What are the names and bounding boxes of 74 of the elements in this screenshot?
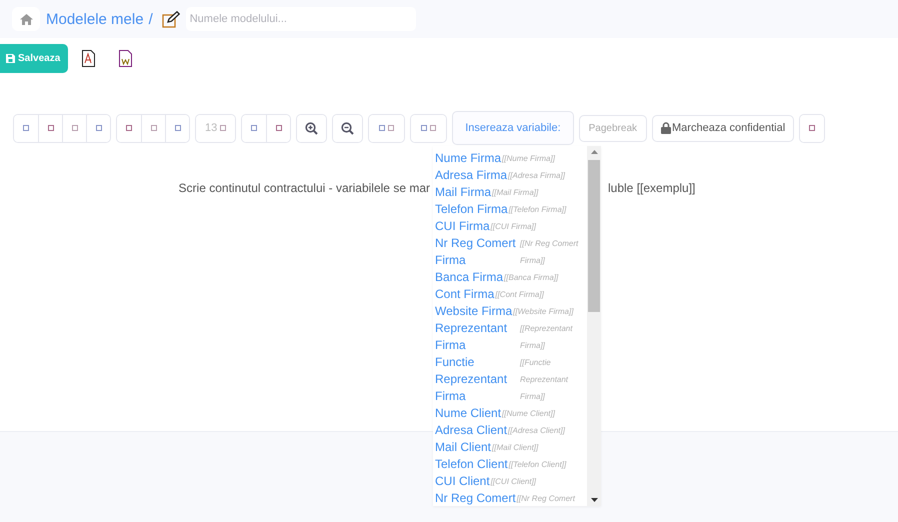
variable-code: [[Telefon Client]] <box>508 460 568 471</box>
zoom-out-icon <box>341 122 354 134</box>
variable-code: [[Nr Reg Comert <box>516 494 576 505</box>
variable-option[interactable]: Nume Client <box>435 405 502 422</box>
font-size-button[interactable]: 13 <box>196 114 236 142</box>
square-icon <box>23 125 29 131</box>
square-icon <box>48 125 54 131</box>
square-icon <box>379 125 386 131</box>
variable-code: [[Cont Firma]] <box>494 289 545 301</box>
variable-code: [[Mail Client]] <box>492 443 540 454</box>
variable-option[interactable]: Functie Reprezentant Firma <box>435 354 519 405</box>
square-icon <box>251 125 258 131</box>
square-icon <box>220 125 226 131</box>
variable-option[interactable]: Banca Firma <box>435 269 504 286</box>
variable-code: [[Nume Firma]] <box>502 154 556 165</box>
variable-code: [[Adresa Firma]] <box>508 171 566 182</box>
word-file-icon[interactable] <box>119 50 132 67</box>
lock-icon <box>661 122 672 134</box>
square-icon <box>72 125 78 131</box>
scroll-down-icon <box>590 498 598 502</box>
square-icon <box>421 125 428 131</box>
breadcrumb-link[interactable]: Modelele mele <box>46 10 144 28</box>
square-icon <box>174 125 180 131</box>
floppy-icon <box>6 54 15 63</box>
insert-variable-button[interactable]: Insereaza variabile: <box>452 111 574 145</box>
format-button[interactable] <box>266 114 290 142</box>
home-button[interactable] <box>12 7 40 31</box>
variable-option[interactable]: Website Firma <box>435 303 512 320</box>
square-icon <box>430 125 436 131</box>
square-icon <box>276 125 282 131</box>
scroll-up-icon <box>590 150 598 154</box>
save-button[interactable]: Salveaza <box>0 44 68 73</box>
square-icon <box>150 125 156 131</box>
variable-option[interactable]: Telefon Firma <box>435 201 508 218</box>
zoom-in-icon <box>305 122 318 134</box>
scrollbar[interactable] <box>587 146 601 506</box>
variable-option[interactable]: Cont Firma <box>435 286 494 303</box>
variable-option[interactable]: Telefon Client <box>435 456 508 473</box>
editor-input[interactable]: luble [[exemplu]] <box>608 181 696 195</box>
square-icon <box>96 125 102 131</box>
variable-code: [[CUI Client]] <box>490 477 538 488</box>
format-button[interactable] <box>86 114 110 142</box>
variable-option[interactable]: Mail Firma <box>435 184 491 201</box>
variable-code: [[CUI Firma]] <box>490 222 538 233</box>
variable-code: [[Mail Firma]] <box>492 188 540 199</box>
variable-code: [[Nr Reg Comert Firma]] <box>519 238 580 267</box>
variable-option[interactable]: Mail Client <box>435 439 492 456</box>
square-icon <box>126 125 132 131</box>
pagebreak-button[interactable]: Pagebreak <box>578 114 648 142</box>
square-icon <box>809 125 816 131</box>
variable-option[interactable]: CUI Firma <box>435 218 490 235</box>
variable-code: [[Banca Firma]] <box>504 273 560 284</box>
variable-option[interactable]: Nr Reg Comert Firma <box>435 235 519 269</box>
variable-code: [[Website Firma]] <box>512 307 574 318</box>
variable-option[interactable]: CUI Client <box>435 473 490 490</box>
variable-code: [[Nume Client]] <box>502 409 556 420</box>
variable-option[interactable]: Nume Firma <box>435 150 502 167</box>
editor-input[interactable]: Scrie continutul contractului - variabilele se mar <box>178 181 430 195</box>
variable-option[interactable]: Nr Reg Comert <box>435 490 516 506</box>
edit-icon <box>162 10 180 28</box>
square-icon <box>388 125 394 131</box>
pdf-file-icon[interactable] <box>82 50 96 67</box>
confidential-button[interactable]: Marcheaza confidential <box>652 114 794 142</box>
format-button[interactable] <box>165 114 189 142</box>
variable-option[interactable]: Reprezentant Firma <box>435 320 519 354</box>
variable-option[interactable]: Adresa Firma <box>435 167 508 184</box>
variable-code: [[Functie Reprezentant Firma]] <box>519 357 570 403</box>
variable-code: [[Telefon Firma]] <box>508 205 568 216</box>
variable-code: [[Reprezentant Firma]] <box>519 323 574 352</box>
name-field[interactable]: Numele modelului... <box>186 7 416 31</box>
variable-code: [[Adresa Client]] <box>508 426 566 437</box>
home-icon <box>20 14 32 24</box>
breadcrumb-separator: / <box>148 10 153 28</box>
variable-option[interactable]: Adresa Client <box>435 422 508 439</box>
